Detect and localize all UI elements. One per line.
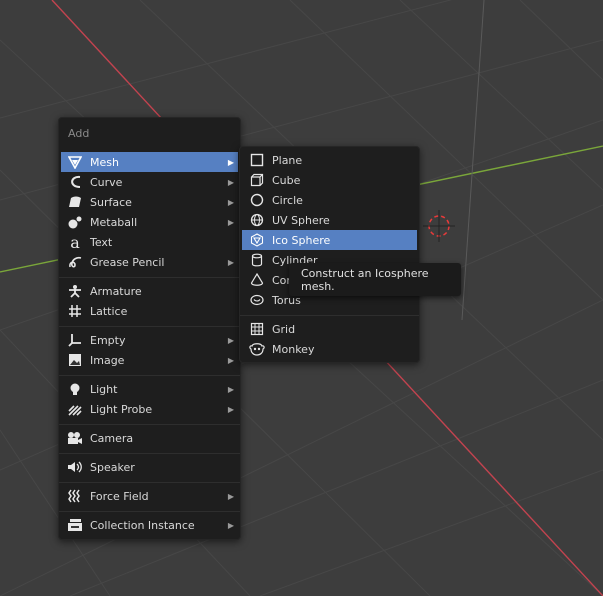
collection-instance-icon xyxy=(67,517,83,533)
menu-item-label: Surface xyxy=(90,195,132,209)
menu-item-label: Force Field xyxy=(90,489,149,503)
submenu-arrow-icon: ▶ xyxy=(227,157,234,167)
mesh-item-label: Ico Sphere xyxy=(272,233,331,247)
light-probe-icon xyxy=(67,401,83,417)
add-menu-title: Add xyxy=(68,127,90,140)
mesh-submenu: Plane Cube Circle UV Sphere Ico Sphere C… xyxy=(239,146,420,363)
cube-icon xyxy=(249,172,265,188)
mesh-item-monkey[interactable]: Monkey xyxy=(242,339,417,359)
menu-item-label: Mesh xyxy=(90,155,119,169)
menu-item-label: Curve xyxy=(90,175,123,189)
submenu-arrow-icon: ▶ xyxy=(227,355,234,365)
menu-item-label: Text xyxy=(90,235,113,249)
menu-item-collection-instance[interactable]: Collection Instance ▶ xyxy=(61,515,238,535)
menu-separator xyxy=(59,511,240,512)
submenu-arrow-icon: ▶ xyxy=(227,177,234,187)
mesh-item-label: Grid xyxy=(272,322,296,336)
uv-sphere-icon xyxy=(249,212,265,228)
menu-item-label: Metaball xyxy=(90,215,138,229)
menu-item-armature[interactable]: Armature xyxy=(61,281,238,301)
menu-item-light[interactable]: Light ▶ xyxy=(61,379,238,399)
mesh-item-grid[interactable]: Grid xyxy=(242,319,417,339)
light-icon xyxy=(67,381,83,397)
mesh-item-label: Cube xyxy=(272,173,301,187)
mesh-item-label: Plane xyxy=(272,153,303,167)
grease-pencil-icon xyxy=(67,254,83,270)
mesh-item-label: Monkey xyxy=(272,342,315,356)
menu-item-label: Collection Instance xyxy=(90,518,195,532)
submenu-arrow-icon: ▶ xyxy=(227,384,234,394)
submenu-arrow-icon: ▶ xyxy=(227,197,234,207)
menu-separator xyxy=(59,375,240,376)
menu-item-label: Camera xyxy=(90,431,134,445)
menu-separator xyxy=(59,482,240,483)
mesh-item-label: Circle xyxy=(272,193,303,207)
3d-cursor-icon xyxy=(423,210,455,242)
menu-item-label: Image xyxy=(90,353,125,367)
menu-separator xyxy=(59,424,240,425)
cone-icon xyxy=(249,272,265,288)
menu-item-label: Light Probe xyxy=(90,402,153,416)
menu-item-label: Grease Pencil xyxy=(90,255,165,269)
add-menu: Add Mesh ▶ Curve ▶ Surface ▶ Metaball ▶ … xyxy=(58,117,241,540)
z-axis-line xyxy=(461,0,485,321)
tooltip: Construct an Icosphere mesh. xyxy=(289,263,461,296)
menu-item-label: Lattice xyxy=(90,304,128,318)
ico-sphere-icon xyxy=(249,232,265,248)
mesh-item-plane[interactable]: Plane xyxy=(242,150,417,170)
menu-item-camera[interactable]: Camera xyxy=(61,428,238,448)
menu-separator xyxy=(240,315,419,316)
menu-item-lattice[interactable]: Lattice xyxy=(61,301,238,321)
mesh-item-label: UV Sphere xyxy=(272,213,330,227)
plane-icon xyxy=(249,152,265,168)
lattice-icon xyxy=(67,303,83,319)
mesh-item-circle[interactable]: Circle xyxy=(242,190,417,210)
mesh-icon xyxy=(67,154,83,170)
cylinder-icon xyxy=(249,252,265,268)
submenu-arrow-icon: ▶ xyxy=(227,257,234,267)
speaker-icon xyxy=(67,459,83,475)
submenu-arrow-icon: ▶ xyxy=(227,491,234,501)
tooltip-text: Construct an Icosphere mesh. xyxy=(301,266,429,293)
menu-item-label: Light xyxy=(90,382,118,396)
menu-item-light-probe[interactable]: Light Probe ▶ xyxy=(61,399,238,419)
menu-separator xyxy=(59,277,240,278)
mesh-item-ico-sphere[interactable]: Ico Sphere xyxy=(242,230,417,250)
force-field-icon xyxy=(67,488,83,504)
menu-item-curve[interactable]: Curve ▶ xyxy=(61,172,238,192)
menu-item-surface[interactable]: Surface ▶ xyxy=(61,192,238,212)
metaball-icon xyxy=(67,214,83,230)
grid-icon xyxy=(249,321,265,337)
empty-icon xyxy=(67,332,83,348)
submenu-arrow-icon: ▶ xyxy=(227,520,234,530)
menu-item-label: Empty xyxy=(90,333,126,347)
menu-item-mesh[interactable]: Mesh ▶ xyxy=(61,152,238,172)
submenu-arrow-icon: ▶ xyxy=(227,217,234,227)
mesh-item-uv-sphere[interactable]: UV Sphere xyxy=(242,210,417,230)
image-icon xyxy=(67,352,83,368)
surface-icon xyxy=(67,194,83,210)
menu-separator xyxy=(59,326,240,327)
armature-icon xyxy=(67,283,83,299)
menu-item-text[interactable]: a Text xyxy=(61,232,238,252)
camera-icon xyxy=(67,430,83,446)
monkey-icon xyxy=(249,341,265,357)
menu-separator xyxy=(59,453,240,454)
menu-item-metaball[interactable]: Metaball ▶ xyxy=(61,212,238,232)
text-icon: a xyxy=(70,232,80,252)
menu-item-speaker[interactable]: Speaker xyxy=(61,457,238,477)
menu-item-grease-pencil[interactable]: Grease Pencil ▶ xyxy=(61,252,238,272)
menu-item-label: Speaker xyxy=(90,460,135,474)
menu-item-empty[interactable]: Empty ▶ xyxy=(61,330,238,350)
menu-item-image[interactable]: Image ▶ xyxy=(61,350,238,370)
menu-item-force-field[interactable]: Force Field ▶ xyxy=(61,486,238,506)
curve-icon xyxy=(67,174,83,190)
submenu-arrow-icon: ▶ xyxy=(227,335,234,345)
mesh-item-cube[interactable]: Cube xyxy=(242,170,417,190)
circle-icon xyxy=(249,192,265,208)
submenu-arrow-icon: ▶ xyxy=(227,404,234,414)
menu-item-label: Armature xyxy=(90,284,142,298)
torus-icon xyxy=(249,292,265,308)
